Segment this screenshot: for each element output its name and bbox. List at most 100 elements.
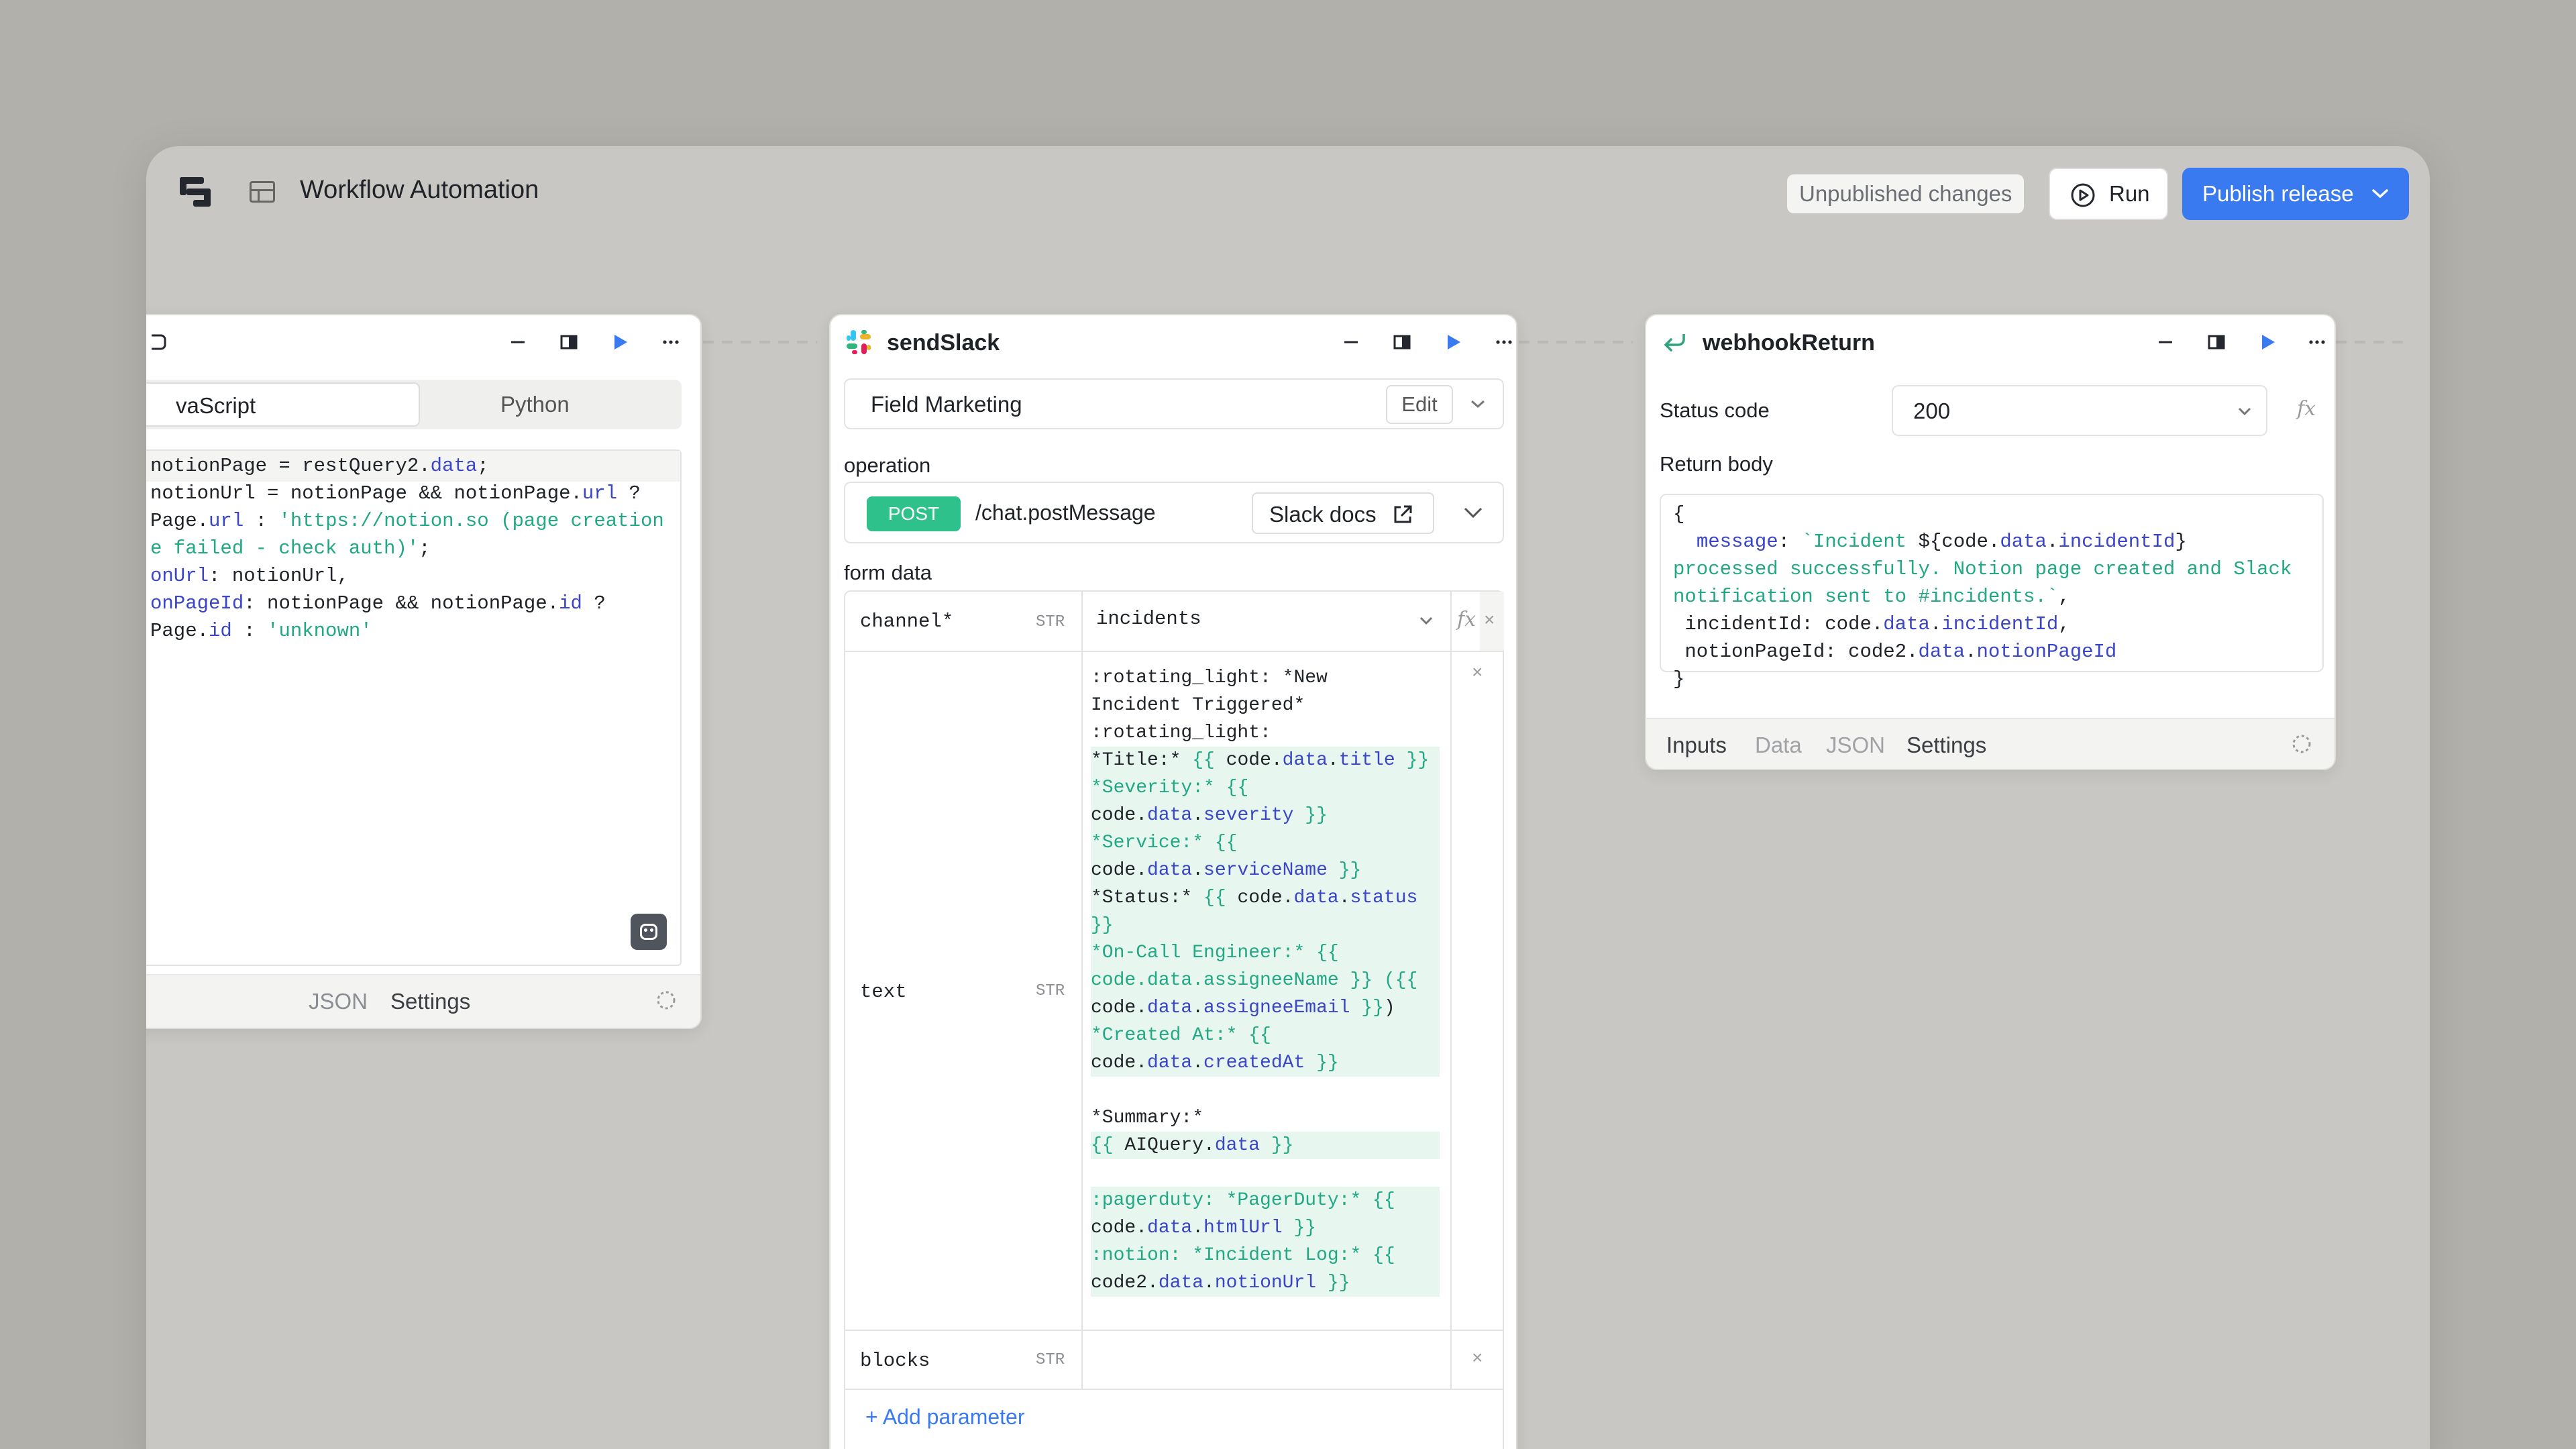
fx-icon[interactable]: fx	[1457, 608, 1476, 631]
code-token: .	[1965, 641, 1977, 663]
code-token: notification sent to #incidents.`	[1673, 586, 2059, 608]
code-token: code.	[1237, 888, 1294, 908]
code-token: onPageId	[150, 592, 244, 614]
minimize-icon[interactable]	[1340, 331, 1362, 353]
panel-footer: Inputs Data JSON Settings	[1646, 718, 2334, 769]
code-token: ;	[419, 537, 431, 559]
body-line: {	[1673, 500, 2292, 528]
chevron-down-icon[interactable]	[1469, 398, 1487, 411]
code-token: {{	[1316, 943, 1339, 963]
code-token: url	[582, 482, 618, 504]
code-token: .	[1929, 613, 1942, 635]
operation-select[interactable]: POST /chat.postMessage Slack docs	[844, 482, 1504, 543]
slack-docs-button[interactable]: Slack docs	[1252, 492, 1434, 534]
panel-title[interactable]: webhookReturn	[1703, 330, 1875, 356]
code-token: data	[1214, 1135, 1260, 1156]
blocks-value-input[interactable]	[1083, 1331, 1450, 1389]
footer-tab-json[interactable]: JSON	[1826, 733, 1885, 758]
edit-resource-button[interactable]: Edit	[1386, 385, 1453, 424]
footer-tab-settings[interactable]: Settings	[390, 989, 470, 1014]
code-token: code.	[1226, 750, 1283, 771]
code-token: ?	[617, 482, 641, 504]
code-token: {	[1673, 503, 1685, 525]
run-label: Run	[2109, 181, 2150, 206]
code-token: `Incident	[1801, 531, 1919, 553]
code-token: .	[2046, 531, 2059, 553]
operation-label: operation	[844, 453, 931, 477]
language-toggle: vaScript Python	[146, 380, 682, 429]
remove-param-icon[interactable]: ×	[1472, 661, 1483, 683]
return-body-editor[interactable]: { message: `Incident ${code.data.inciden…	[1660, 494, 2324, 690]
code-token: title	[1338, 750, 1395, 771]
code-token: status	[1350, 888, 1418, 908]
run-query-icon[interactable]	[2257, 331, 2278, 353]
code-token: data	[1282, 750, 1328, 771]
code-token: :	[231, 620, 268, 642]
code-token: }	[2175, 531, 2187, 553]
connector-line	[2336, 341, 2410, 343]
publish-label: Publish release	[2202, 181, 2354, 206]
connector-line	[1519, 341, 1633, 343]
code-token: :pagerduty: *PagerDuty:*	[1091, 1190, 1373, 1211]
more-icon[interactable]	[2306, 331, 2328, 353]
code-token: 'https://notion.so (page creation	[278, 510, 664, 532]
tab-javascript[interactable]: vaScript	[146, 382, 420, 427]
more-icon[interactable]	[1493, 331, 1515, 353]
code-token: *Summary:*	[1091, 1108, 1204, 1128]
split-view-icon[interactable]	[2206, 331, 2227, 353]
resource-select[interactable]: Field Marketing Edit	[844, 378, 1504, 429]
minimize-icon[interactable]	[2155, 331, 2176, 353]
code-token: {{	[1203, 888, 1238, 908]
split-view-icon[interactable]	[558, 331, 580, 353]
split-view-icon[interactable]	[1391, 331, 1413, 353]
publish-release-button[interactable]: Publish release	[2182, 168, 2409, 220]
footer-tab-settings[interactable]: Settings	[1907, 733, 1986, 758]
footer-tab-json[interactable]: JSON	[309, 989, 368, 1014]
text-line: *Service:* {{	[1091, 829, 1440, 857]
status-code-select[interactable]: 200	[1892, 385, 2267, 436]
endpoint-value: /chat.postMessage	[975, 500, 1156, 525]
app-logo-icon[interactable]	[177, 174, 215, 212]
add-parameter-link[interactable]: + Add parameter	[865, 1405, 1024, 1430]
run-query-icon[interactable]	[609, 331, 631, 353]
channel-select[interactable]: incidents	[1083, 592, 1450, 651]
loading-icon	[657, 991, 676, 1010]
remove-param-icon[interactable]: ×	[1472, 1347, 1483, 1368]
panel-header: sendSlack	[830, 315, 1516, 369]
code-token: code2.	[1091, 1273, 1159, 1293]
code-token: }} (	[1338, 970, 1395, 991]
code-token: .	[1327, 750, 1339, 771]
code-token: }}	[1305, 1053, 1339, 1073]
chevron-down-icon	[1419, 616, 1433, 625]
table-row: text STR :rotating_light: *New Incident T…	[845, 652, 1503, 1331]
code-token: {{	[1373, 1190, 1395, 1211]
more-icon[interactable]	[660, 331, 682, 353]
text-line: :pagerduty: *PagerDuty:* {{	[1091, 1187, 1440, 1214]
run-query-icon[interactable]	[1442, 331, 1464, 353]
code-token: }}	[1293, 805, 1328, 826]
code-token: id	[559, 592, 582, 614]
tab-python[interactable]: Python	[500, 392, 570, 417]
page-layout-icon[interactable]	[250, 181, 275, 203]
run-button[interactable]: Run	[2049, 168, 2168, 220]
text-value-editor[interactable]: :rotating_light: *New Incident Triggered*…	[1091, 664, 1440, 1297]
chevron-down-icon[interactable]	[1462, 506, 1484, 521]
minimize-icon[interactable]	[507, 331, 529, 353]
top-bar: Workflow Automation Unpublished changes …	[146, 146, 2430, 240]
code-editor[interactable]: notionPage = restQuery2.data; notionUrl =…	[146, 449, 682, 966]
code-token: data	[1147, 805, 1193, 826]
code-token: url	[209, 510, 244, 532]
text-line: code.data.htmlUrl }}	[1091, 1214, 1440, 1242]
text-line: *On-Call Engineer:* {{	[1091, 939, 1440, 967]
panel-title[interactable]: sendSlack	[887, 330, 1000, 356]
footer-tab-data[interactable]: Data	[1755, 733, 1802, 758]
code-token: data	[1158, 1273, 1204, 1293]
slack-icon	[847, 330, 871, 354]
ai-assistant-icon[interactable]	[631, 914, 667, 950]
remove-param-icon[interactable]: ×	[1484, 609, 1495, 631]
code-token: notionPageId: code2.	[1673, 641, 1919, 663]
fx-icon[interactable]: fx	[2297, 397, 2316, 421]
code-token: incidentId	[2058, 531, 2176, 553]
footer-tab-inputs[interactable]: Inputs	[1666, 733, 1727, 758]
code-token: notionUrl = notionPage && notionPage.	[150, 482, 582, 504]
